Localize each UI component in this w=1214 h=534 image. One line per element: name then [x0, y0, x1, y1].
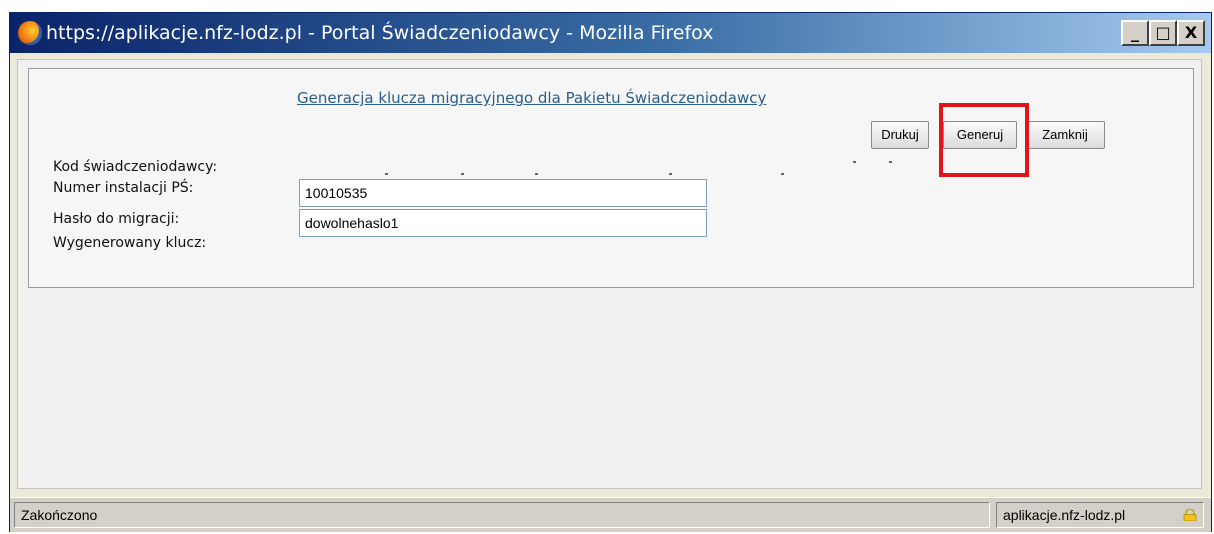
security-domain-label: aplikacje.nfz-lodz.pl	[1003, 507, 1126, 523]
maximize-button[interactable]: □	[1149, 20, 1177, 46]
close-window-button[interactable]: X	[1177, 20, 1205, 46]
generated-key-label: Wygenerowany klucz:	[53, 235, 207, 251]
window-title: https://aplikacje.nfz-lodz.pl - Portal Ś…	[46, 22, 714, 44]
firefox-icon	[18, 21, 42, 45]
close-button[interactable]: Zamknij	[1025, 121, 1105, 149]
highlight-box	[939, 103, 1029, 177]
artifact-dot	[535, 173, 538, 175]
password-label: Hasło do migracji:	[53, 211, 180, 227]
password-field[interactable]: dowolnehaslo1	[299, 209, 707, 237]
minimize-button[interactable]: _	[1121, 20, 1149, 46]
security-domain[interactable]: aplikacje.nfz-lodz.pl	[996, 502, 1204, 528]
artifact-dot	[781, 173, 784, 175]
browser-window: https://aplikacje.nfz-lodz.pl - Portal Ś…	[9, 12, 1212, 532]
page-content: Generacja klucza migracyjnego dla Pakiet…	[17, 59, 1202, 489]
migration-key-panel: Generacja klucza migracyjnego dla Pakiet…	[28, 68, 1194, 288]
print-button[interactable]: Drukuj	[871, 121, 929, 149]
status-bar: Zakończono aplikacje.nfz-lodz.pl	[10, 497, 1211, 532]
artifact-dot	[461, 173, 464, 175]
title-bar[interactable]: https://aplikacje.nfz-lodz.pl - Portal Ś…	[10, 13, 1211, 53]
install-number-label: Numer instalacji PŚ:	[53, 180, 194, 196]
provider-code-label: Kod świadczeniodawcy:	[53, 159, 218, 175]
page-title-link[interactable]: Generacja klucza migracyjnego dla Pakiet…	[297, 89, 766, 107]
install-number-field[interactable]: 10010535	[299, 179, 707, 207]
artifact-dot	[853, 161, 856, 163]
artifact-dot	[385, 173, 388, 175]
lock-icon	[1183, 509, 1197, 521]
status-text: Zakończono	[14, 502, 990, 528]
artifact-dot	[889, 161, 892, 163]
artifact-dot	[669, 173, 672, 175]
